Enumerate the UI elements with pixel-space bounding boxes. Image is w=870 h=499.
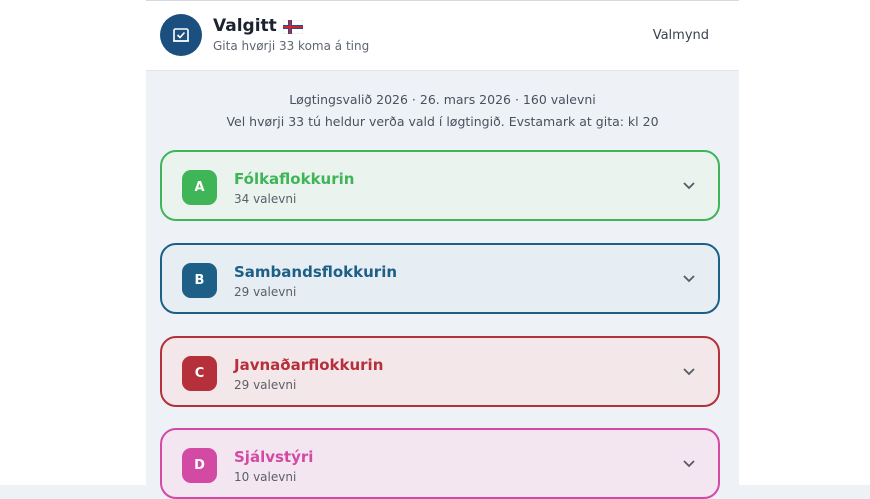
- app-title: Valgitt: [213, 16, 304, 36]
- party-card-a[interactable]: A Fólkaflokkurin 34 valevni: [160, 150, 720, 221]
- chevron-down-icon[interactable]: [682, 274, 696, 284]
- candidate-count: 29 valevni: [234, 378, 297, 392]
- chevron-down-icon[interactable]: [682, 459, 696, 469]
- ballot-box-icon[interactable]: [160, 14, 202, 56]
- party-letter-badge: D: [182, 448, 217, 483]
- party-name: Sjálvstýri: [234, 448, 314, 466]
- election-instructions: Vel hvørji 33 tú heldur verða vald í løg…: [226, 114, 659, 129]
- faroe-flag-icon: [282, 19, 304, 35]
- app-subtitle: Gita hvørji 33 koma á ting: [213, 39, 370, 53]
- election-info: Løgtingsvalið 2026 · 26. mars 2026 · 160…: [289, 92, 596, 107]
- left-margin: [0, 0, 146, 485]
- party-name: Fólkaflokkurin: [234, 170, 355, 188]
- right-margin: [739, 0, 870, 485]
- party-name: Javnaðarflokkurin: [234, 356, 384, 374]
- party-card-b[interactable]: B Sambandsflokkurin 29 valevni: [160, 243, 720, 314]
- candidate-count: 34 valevni: [234, 192, 297, 206]
- party-card-d[interactable]: D Sjálvstýri 10 valevni: [160, 428, 720, 499]
- party-card-c[interactable]: C Javnaðarflokkurin 29 valevni: [160, 336, 720, 407]
- chevron-down-icon[interactable]: [682, 367, 696, 377]
- party-name: Sambandsflokkurin: [234, 263, 398, 281]
- party-letter-badge: B: [182, 263, 217, 298]
- chevron-down-icon[interactable]: [682, 181, 696, 191]
- menu-button[interactable]: Valmynd: [653, 28, 709, 43]
- app-header: Valgitt Gita hvørji 33 koma á ting Valmy…: [146, 0, 739, 71]
- party-letter-badge: A: [182, 170, 217, 205]
- party-letter-badge: C: [182, 356, 217, 391]
- app-title-text: Valgitt: [213, 16, 277, 36]
- candidate-count: 29 valevni: [234, 285, 297, 299]
- candidate-count: 10 valevni: [234, 470, 297, 484]
